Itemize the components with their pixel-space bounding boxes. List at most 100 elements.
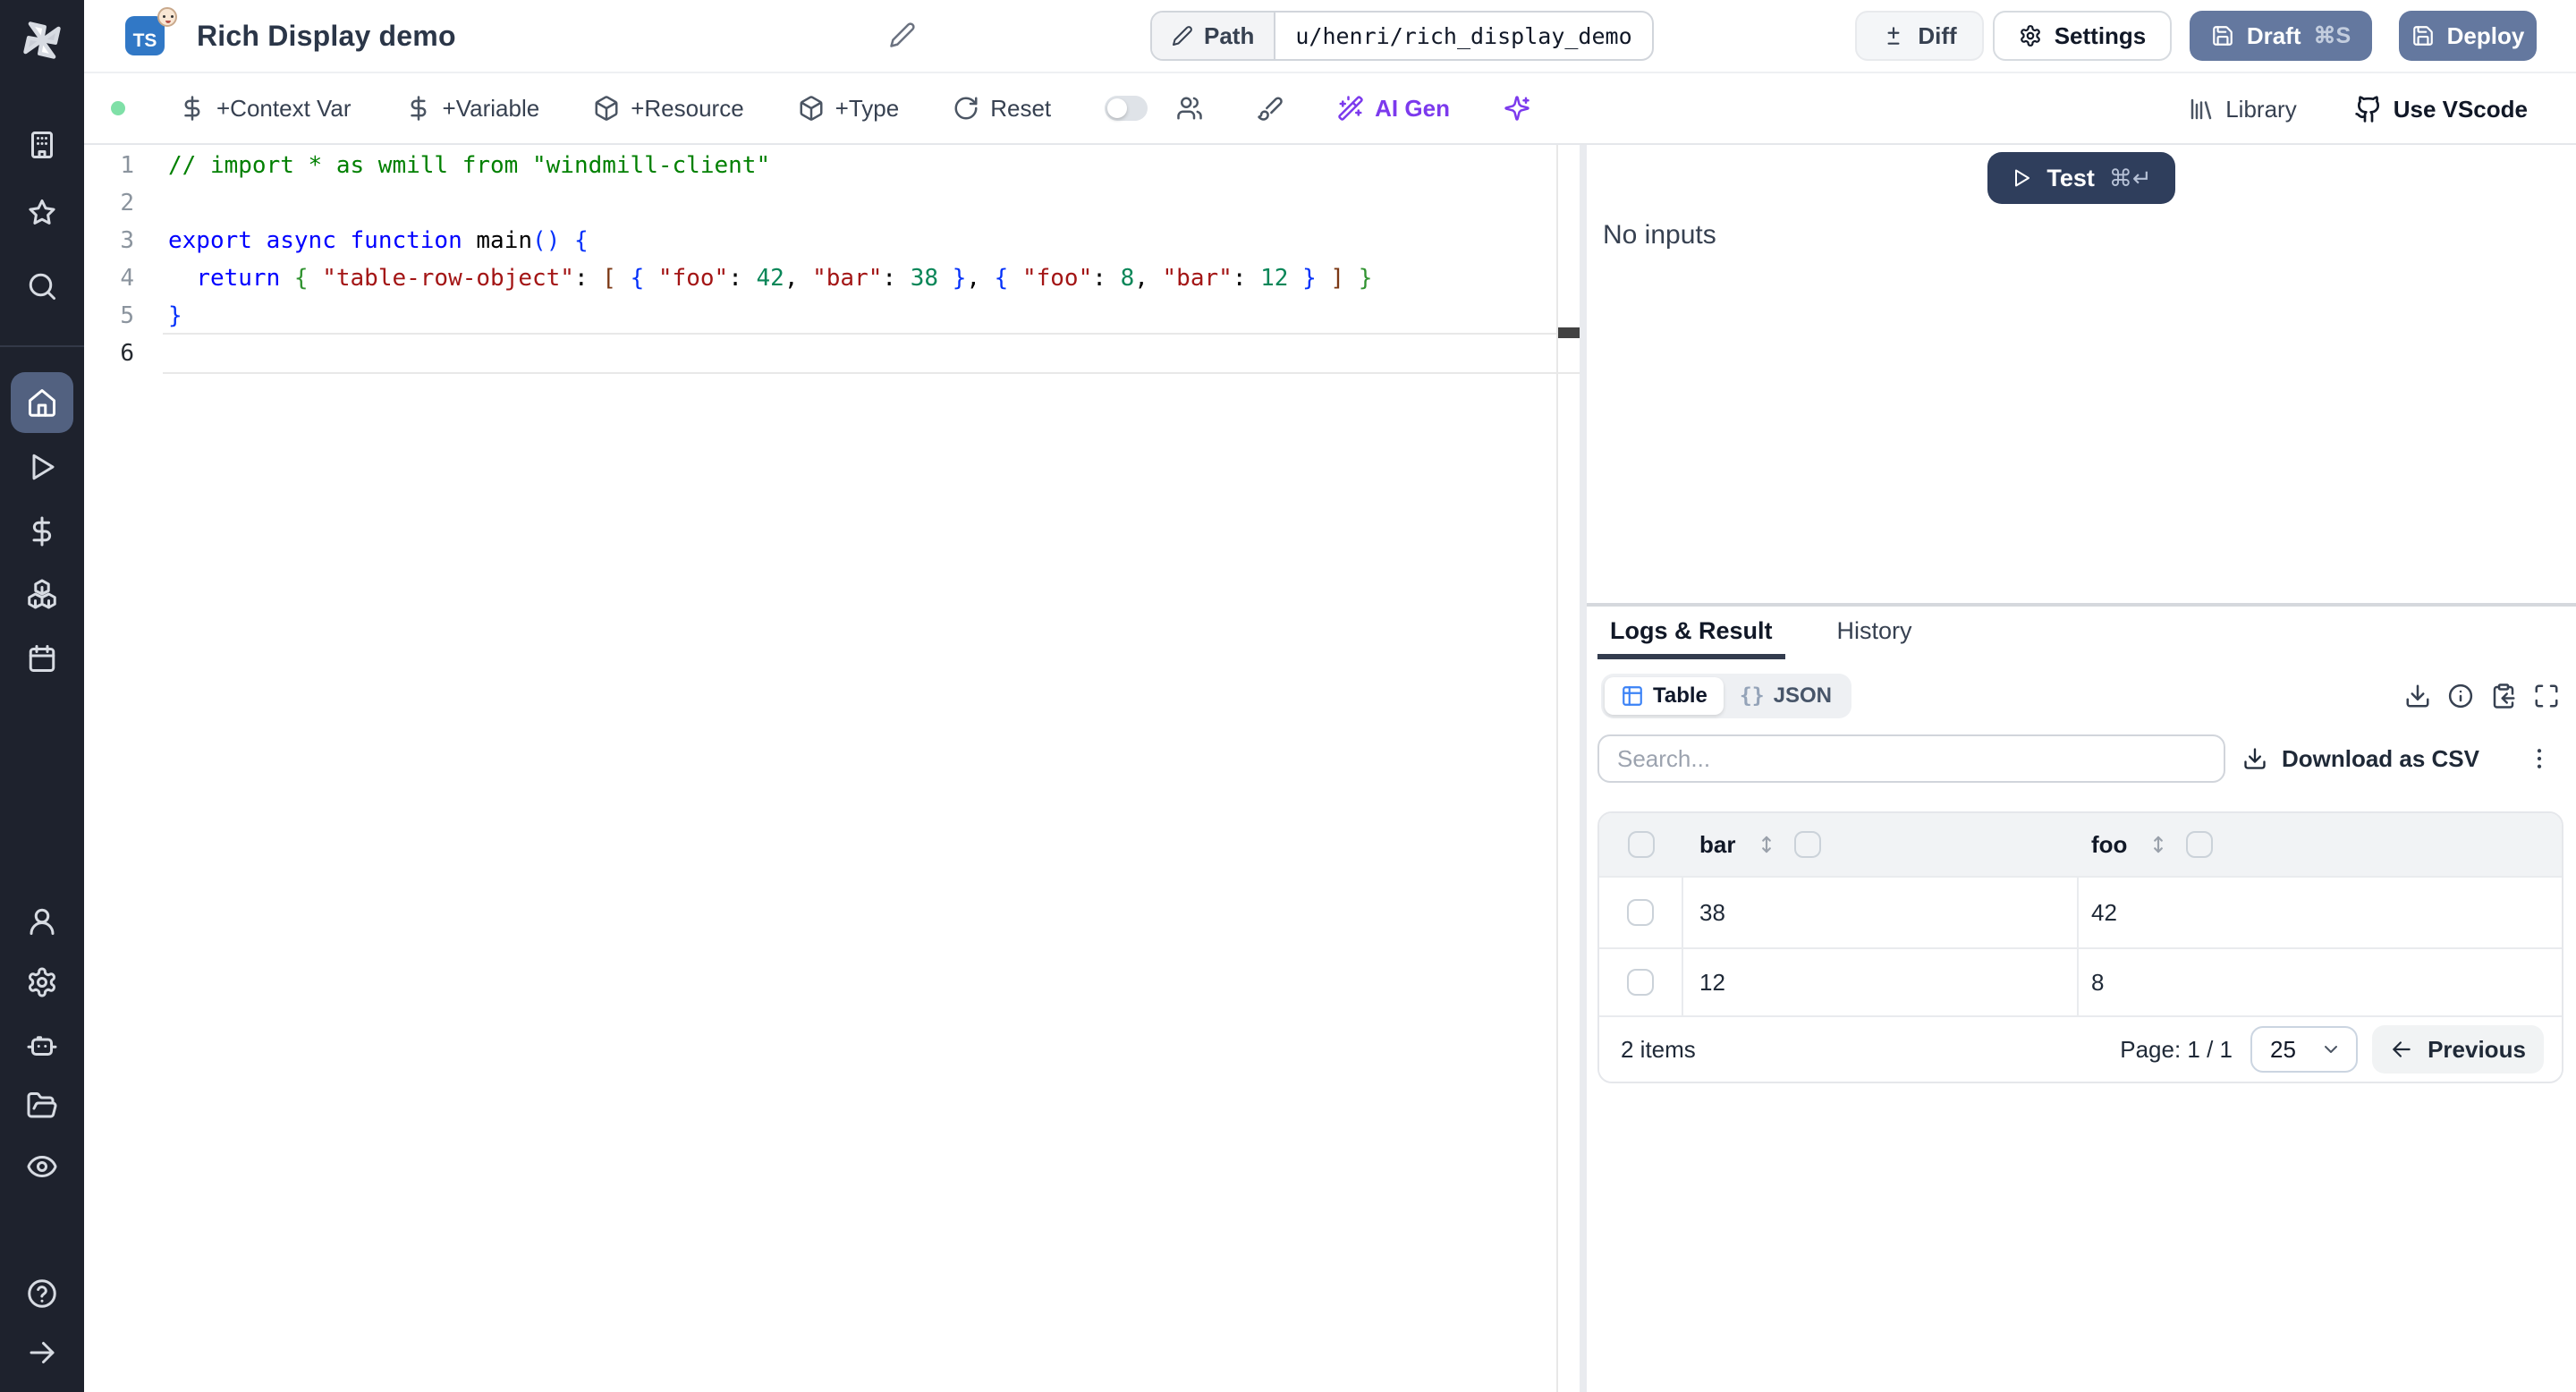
add-variable-button[interactable]: +Variable [405,95,539,123]
info-icon[interactable] [2447,683,2474,709]
format-button[interactable] [1257,95,1284,122]
column-header-bar: bar [1699,830,1736,858]
sidebar-item-home[interactable] [11,372,73,433]
diff-button[interactable]: Diff [1855,11,1984,61]
edit-summary-button[interactable] [889,21,916,48]
test-button[interactable]: Test ⌘↵ [1987,152,2175,204]
sidebar-item-help[interactable] [0,1277,84,1310]
library-icon [2188,96,2215,123]
page-size-select[interactable]: 25 [2250,1026,2358,1073]
ai-sparkles-button[interactable] [1504,95,1530,122]
table-menu-button[interactable] [2526,745,2553,772]
code-line-2[interactable]: 2 [84,184,1580,222]
select-all-checkbox[interactable] [1628,831,1655,858]
previous-page-button[interactable]: Previous [2372,1025,2544,1074]
path-button[interactable]: Path u/henri/rich_display_demo [1150,11,1654,61]
package-icon [593,95,620,122]
code-line-5[interactable]: 5} [84,297,1580,335]
library-button[interactable]: Library [2188,96,2297,123]
toggle-knob [1107,98,1128,118]
sidebar-item-variables[interactable] [0,515,84,547]
download-icon[interactable] [2404,683,2431,709]
sidebar-item-folders[interactable] [0,1090,84,1122]
cell-bar: 12 [1699,968,1725,996]
view-option-json[interactable]: {} JSON [1724,677,1848,715]
use-vscode-button[interactable]: Use VScode [2354,95,2528,123]
code-line-4[interactable]: 4 return { "table-row-object": [ { "foo"… [84,259,1580,297]
code-lines: 1 // import * as wmill from "windmill-cli… [84,147,1580,372]
filter-foo-checkbox[interactable] [2186,831,2214,858]
code-line-6[interactable]: 6 [84,335,1580,372]
expand-icon[interactable] [2533,683,2560,709]
baby-face-emoji-icon [157,7,177,27]
search-right: Download as CSV [2242,745,2563,773]
search-input[interactable] [1597,734,2225,783]
scrollbar-cursor-mark [1558,327,1580,338]
add-resource-button[interactable]: +Resource [593,95,744,123]
code-text: // import * as wmill from "windmill-clie… [168,152,771,179]
table-footer: 2 items Page: 1 / 1 25 Previous [1599,1015,2562,1082]
view-option-table[interactable]: Table [1605,677,1724,715]
diff-icon [1882,24,1905,47]
sidebar-item-users[interactable] [0,905,84,938]
table-header: bar foo [1599,813,2562,876]
filter-bar-checkbox[interactable] [1794,831,1822,858]
test-shortcut: ⌘↵ [2108,164,2152,191]
windmill-logo-icon[interactable] [0,16,84,64]
sort-bar-button[interactable] [1755,833,1778,856]
table-row[interactable]: 12 8 [1599,947,2562,1015]
sidebar-item-audit-logs[interactable] [0,1150,84,1183]
arrow-left-icon [2390,1038,2413,1061]
column-header-foo: foo [2091,830,2128,858]
wand-sparkles-icon [1337,95,1364,122]
row-checkbox[interactable] [1627,969,1654,996]
ai-gen-button[interactable]: AI Gen [1337,95,1450,123]
sidebar-item-workers[interactable] [0,1029,84,1061]
editor-toolbar: +Context Var +Variable +Resource +Type R… [84,73,2576,145]
settings-button[interactable]: Settings [1993,11,2172,61]
sidebar-item-schedules[interactable] [0,642,84,675]
typescript-badge: TS [125,7,177,55]
clipboard-copy-icon[interactable] [2490,683,2517,709]
line-number: 1 [120,152,134,179]
add-context-var-button[interactable]: +Context Var [179,95,352,123]
tab-logs-result[interactable]: Logs & Result [1597,610,1785,659]
collaborators-button[interactable] [1176,95,1203,122]
multiplayer-toggle[interactable] [1105,96,1148,121]
cell-bar: 38 [1699,898,1725,926]
sidebar-item-settings[interactable] [0,966,84,998]
code-editor[interactable]: 1 // import * as wmill from "windmill-cli… [84,145,1580,1392]
github-icon [2354,95,2383,123]
sidebar [0,0,84,1392]
add-type-button[interactable]: +Type [798,95,899,123]
sidebar-item-search[interactable] [0,270,84,302]
braces-icon: {} [1739,684,1765,708]
main-area: TS Rich Display demo Path u/henri/rich_d… [84,0,2576,1392]
reset-button[interactable]: Reset [953,95,1051,123]
deploy-button[interactable]: Deploy [2399,11,2537,61]
save-icon [2411,24,2435,47]
sidebar-item-runs[interactable] [0,451,84,483]
table-row[interactable]: 38 42 [1599,876,2562,947]
editor-scrollbar[interactable] [1556,145,1580,1392]
sidebar-item-favorites[interactable] [0,197,84,229]
rotate-icon [953,95,979,122]
draft-shortcut: ⌘S [2313,23,2351,48]
status-dot [111,101,125,115]
code-line-3[interactable]: 3 export async function main() { [84,222,1580,259]
save-draft-button[interactable]: Draft ⌘S [2190,11,2372,61]
row-checkbox[interactable] [1627,899,1654,926]
sidebar-expand-button[interactable] [0,1337,84,1369]
sparkles-icon [1504,95,1530,122]
download-csv-button[interactable]: Download as CSV [2242,745,2479,773]
sort-foo-button[interactable] [2147,833,2170,856]
code-text: } [168,302,182,329]
sidebar-item-resources[interactable] [0,578,84,610]
code-line-1[interactable]: 1 // import * as wmill from "windmill-cli… [84,147,1580,184]
tab-history[interactable]: History [1825,610,1925,659]
gear-icon [2019,24,2042,47]
table-icon [1621,684,1644,708]
sidebar-item-workspace[interactable] [0,129,84,161]
sidebar-divider [0,345,84,347]
